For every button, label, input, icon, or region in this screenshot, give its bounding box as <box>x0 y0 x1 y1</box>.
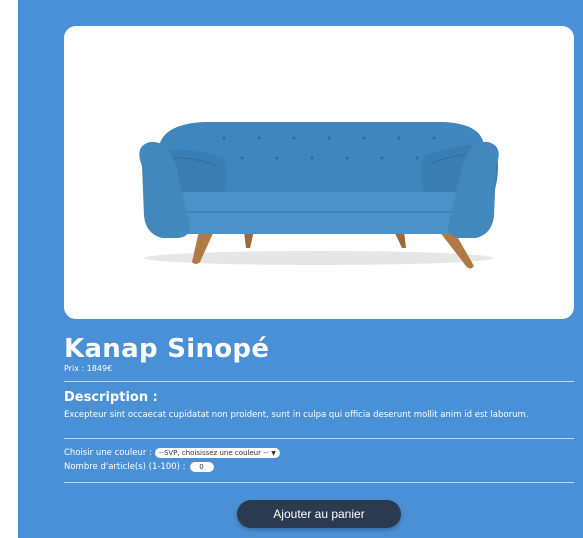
divider <box>64 381 574 382</box>
price-value: 1849 <box>86 364 108 373</box>
divider <box>64 438 574 439</box>
add-to-cart-button[interactable]: Ajouter au panier <box>237 500 401 528</box>
sofa-image <box>139 122 499 269</box>
quantity-input[interactable]: 0 <box>189 462 214 472</box>
color-row: Choisir une couleur : --SVP, choisissez … <box>64 448 280 458</box>
product-title: Kanap Sinopé <box>64 334 270 364</box>
chevron-down-icon: ▼ <box>271 449 276 457</box>
color-select[interactable]: --SVP, choisissez une couleur -- ▼ <box>154 448 280 458</box>
product-image <box>64 26 574 319</box>
product-page: Kanap Sinopé Prix : 1849€ Description : … <box>18 0 583 538</box>
price-row: Prix : 1849€ <box>64 364 112 373</box>
color-select-value: --SVP, choisissez une couleur -- <box>158 449 269 457</box>
quantity-label: Nombre d'article(s) (1-100) : <box>64 462 186 472</box>
price-label: Prix : <box>64 364 87 373</box>
quantity-row: Nombre d'article(s) (1-100) : 0 <box>64 462 214 472</box>
price-currency: € <box>107 364 113 373</box>
divider <box>64 482 574 483</box>
color-label: Choisir une couleur : <box>64 448 152 458</box>
description-heading: Description : <box>64 390 158 405</box>
description-text: Excepteur sint occaecat cupidatat non pr… <box>64 410 529 420</box>
